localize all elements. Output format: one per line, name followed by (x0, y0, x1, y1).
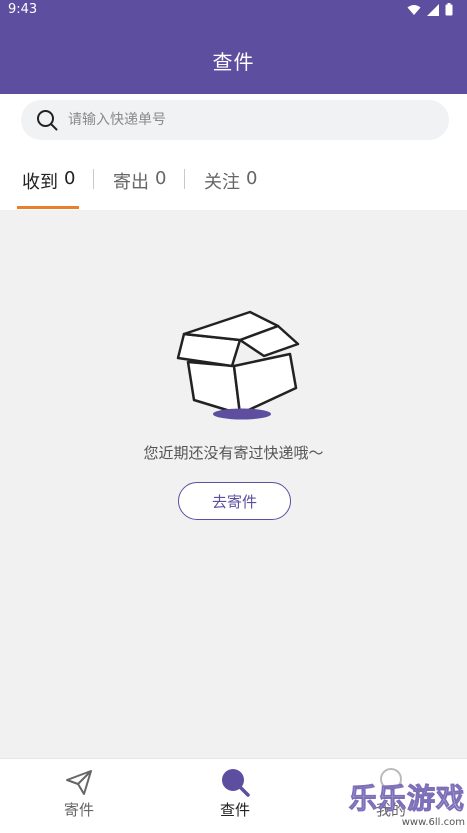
tab-following-count: 0 (246, 168, 258, 189)
active-tab-indicator (17, 206, 79, 209)
nav-track-label: 查件 (219, 801, 250, 819)
watermark-text: 乐乐游戏 (348, 782, 465, 816)
search-area (0, 94, 467, 148)
empty-message: 您近期还没有寄过快递哦～ (143, 444, 324, 462)
watermark-url: www.6ll.com (401, 817, 465, 828)
app-header: 查件 (0, 20, 467, 94)
tab-sent-count: 0 (155, 168, 167, 189)
page-title: 查件 (212, 50, 255, 74)
tab-received-count: 0 (64, 168, 76, 189)
nav-item-send[interactable]: 寄件 (39, 767, 119, 820)
tab-following-label: 关注 (204, 172, 240, 193)
paper-plane-icon (66, 770, 92, 795)
tab-divider (184, 169, 185, 189)
tab-sent[interactable]: 寄出 0 (113, 168, 166, 194)
status-bar: 9:43 (0, 0, 467, 20)
tab-received-label: 收到 (22, 172, 58, 193)
tab-following[interactable]: 关注 0 (204, 168, 257, 194)
search-box[interactable] (21, 100, 449, 140)
search-icon (37, 110, 58, 131)
tab-received[interactable]: 收到 0 (22, 168, 75, 194)
battery-icon (445, 3, 453, 16)
watermark: 乐乐游戏 www.6ll.com (348, 777, 465, 829)
signal-icon (427, 3, 439, 16)
wifi-icon (407, 4, 421, 15)
nav-item-track[interactable]: 查件 (195, 767, 275, 820)
tab-divider (93, 169, 94, 189)
search-icon (222, 769, 250, 797)
nav-send-label: 寄件 (63, 801, 94, 819)
tab-sent-label: 寄出 (113, 172, 149, 193)
status-time: 9:43 (8, 2, 38, 17)
empty-box-icon (176, 310, 300, 420)
go-send-button[interactable]: 去寄件 (178, 482, 291, 520)
tab-bar: 收到 0 寄出 0 关注 0 (0, 148, 467, 210)
status-icons (407, 3, 453, 16)
search-input[interactable] (66, 111, 430, 129)
